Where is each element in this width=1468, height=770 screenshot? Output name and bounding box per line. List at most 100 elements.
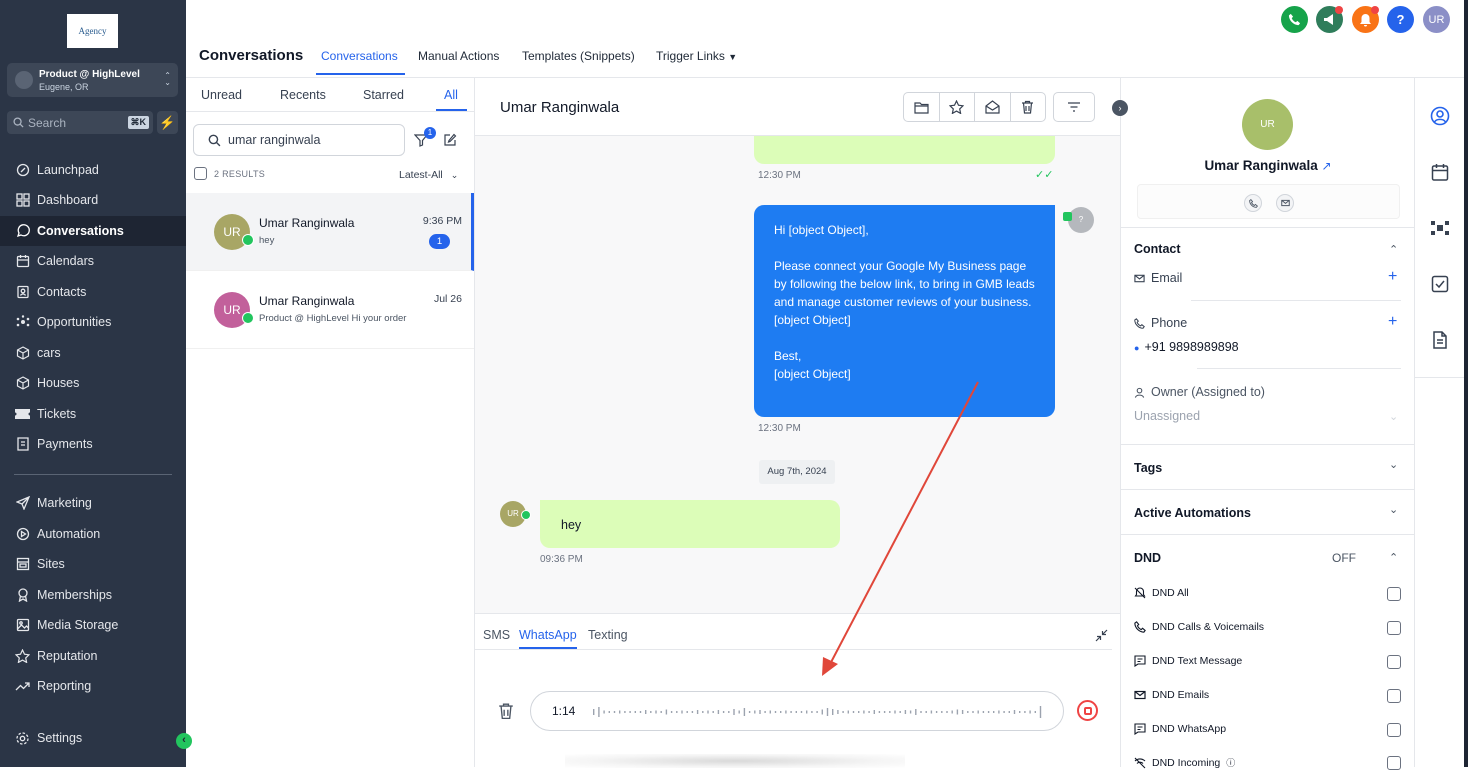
contact-name-heading[interactable]: Umar Ranginwala ↗ [1121,158,1415,173]
tab-sms[interactable]: SMS [483,628,510,642]
tab-texting[interactable]: Texting [588,628,628,642]
chevron-up-icon[interactable]: ⌃ [1389,243,1398,256]
sender-avatar: ? [1068,207,1094,233]
sidebar-item-houses[interactable]: Houses [0,368,186,398]
collapse-composer-icon[interactable] [1095,629,1108,642]
sort-dropdown[interactable]: Latest-All ⌄ [399,169,458,181]
bell-icon[interactable] [1352,6,1379,33]
waveform-bar [883,711,886,713]
info-icon[interactable]: ⓘ [1226,756,1235,769]
sidebar-item-cars[interactable]: cars [0,338,186,368]
add-email-button[interactable]: + [1388,268,1397,286]
waveform-bar [686,711,688,713]
sidebar-item-automation[interactable]: Automation [0,519,186,549]
opportunities-icon[interactable] [1430,218,1450,238]
sidebar-item-media-storage[interactable]: Media Storage [0,610,186,640]
waveform-bar [956,709,959,715]
conversation-item[interactable]: UR Umar Ranginwala hey 9:36 PM 1 [186,193,474,271]
chevron-right-icon[interactable]: › [1112,100,1128,116]
dnd-incoming-checkbox[interactable] [1387,756,1401,770]
sidebar-item-label: Dashboard [37,193,99,207]
megaphone-icon[interactable] [1316,6,1343,33]
tab-manual-actions[interactable]: Manual Actions [418,49,499,63]
sidebar-item-reporting[interactable]: Reporting [0,671,186,701]
waveform-bar [961,710,964,714]
sites-icon [14,556,31,573]
waveform-bar [593,709,595,715]
tab-recents[interactable]: Recents [280,88,326,102]
notification-dot [1371,6,1379,14]
quick-action-bolt-icon[interactable]: ⚡ [157,111,178,134]
conversation-search-input[interactable]: umar ranginwala [193,124,405,156]
tab-templates[interactable]: Templates (Snippets) [522,49,635,63]
waveform-bar [645,710,647,714]
owner-select[interactable]: Unassigned [1134,409,1200,423]
sidebar-item-launchpad[interactable]: Launchpad [0,155,186,185]
dnd-label: DND All [1152,587,1189,599]
user-avatar[interactable]: UR [1423,6,1450,33]
sidebar-item-label: Houses [37,376,80,390]
star-icon[interactable] [940,93,975,121]
sidebar-search[interactable]: Search ⌘K [7,111,153,134]
sidebar-item-memberships[interactable]: Memberships [0,580,186,610]
tab-all[interactable]: All [444,88,458,102]
sidebar-item-contacts[interactable]: Contacts [0,277,186,307]
help-icon[interactable]: ? [1387,6,1414,33]
add-phone-button[interactable]: + [1388,313,1397,331]
call-icon[interactable] [1244,194,1262,212]
external-link-icon[interactable]: ↗ [1321,159,1331,173]
task-checkbox-icon[interactable] [1430,274,1450,294]
trash-icon[interactable] [1011,93,1046,121]
mark-unread-icon[interactable] [975,93,1011,121]
dnd-all-checkbox[interactable] [1387,587,1401,601]
contact-name: Umar Ranginwala [1204,158,1318,173]
sidebar-item-sites[interactable]: Sites [0,549,186,579]
tab-whatsapp[interactable]: WhatsApp [519,628,577,642]
dnd-calls-checkbox[interactable] [1387,621,1401,635]
dnd-text-checkbox[interactable] [1387,655,1401,669]
select-all-checkbox[interactable] [194,167,207,180]
filter-lines-icon[interactable] [1053,92,1095,122]
stop-recording-icon[interactable] [1077,700,1098,721]
sidebar-item-conversations[interactable]: Conversations [0,216,186,246]
automations-section-heading[interactable]: Active Automations [1134,506,1251,520]
voice-recording-bar: 1:14 [530,691,1064,731]
sidebar-item-calendars[interactable]: Calendars [0,246,186,276]
sidebar-item-dashboard[interactable]: Dashboard [0,185,186,215]
agency-logo[interactable]: Agency [67,14,118,48]
conversation-item[interactable]: UR Umar Ranginwala Product @ HighLevel H… [186,271,474,349]
chevron-down-icon[interactable]: ⌄ [1389,458,1398,471]
chevron-up-icon[interactable]: ⌃ [1389,551,1398,564]
location-switcher[interactable]: Product @ HighLevel Eugene, OR ⌃ ⌄ [7,63,178,97]
sidebar-item-reputation[interactable]: Reputation [0,641,186,671]
chevron-down-icon[interactable]: ⌄ [1389,503,1398,516]
waveform-bar [1019,711,1021,713]
sidebar-item-opportunities[interactable]: Opportunities [0,307,186,337]
phone-icon[interactable] [1281,6,1308,33]
notes-document-icon[interactable] [1430,330,1450,350]
dnd-emails-checkbox[interactable] [1387,689,1401,703]
tab-conversations[interactable]: Conversations [321,49,398,63]
contact-profile-icon[interactable] [1430,106,1450,126]
delete-recording-icon[interactable] [498,702,514,720]
waveform-bar [748,711,751,713]
email-icon [1134,690,1146,700]
folder-icon[interactable] [904,93,940,121]
sidebar-item-marketing[interactable]: Marketing [0,488,186,518]
email-icon[interactable] [1276,194,1294,212]
tab-trigger-links[interactable]: Trigger Links ▼ [656,49,737,63]
sidebar-item-tickets[interactable]: Tickets [0,399,186,429]
message-time: 09:36 PM [540,554,583,565]
tab-unread[interactable]: Unread [201,88,242,102]
sidebar-item-payments[interactable]: Payments [0,429,186,459]
divider [1197,368,1401,369]
calendar-icon[interactable] [1430,162,1450,182]
compose-icon[interactable] [443,133,457,147]
tags-section-heading[interactable]: Tags [1134,461,1162,475]
dnd-whatsapp-checkbox[interactable] [1387,723,1401,737]
phone-value[interactable]: ● +91 9898989898 [1134,340,1239,354]
tab-starred[interactable]: Starred [363,88,404,102]
sidebar-item-settings[interactable]: Settings [0,723,186,753]
chat-icon [14,223,31,240]
filter-icon[interactable]: 1 [414,127,436,147]
